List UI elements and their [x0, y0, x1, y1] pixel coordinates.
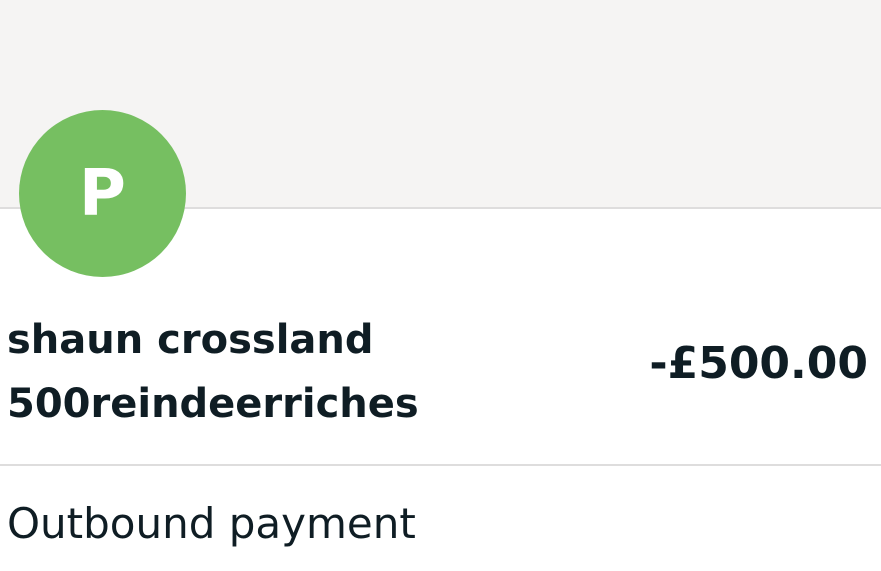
divider [0, 464, 881, 466]
payee-name: shaun crossland 500reindeerriches [7, 308, 567, 436]
avatar: P [19, 110, 186, 277]
transaction-detail-view: P shaun crossland 500reindeerriches -£50… [0, 0, 881, 571]
payee-name-line-1: shaun crossland [7, 317, 374, 363]
transaction-amount: -£500.00 [649, 338, 868, 389]
payee-name-line-2: 500reindeerriches [7, 381, 419, 427]
transaction-type: Outbound payment [7, 499, 416, 548]
